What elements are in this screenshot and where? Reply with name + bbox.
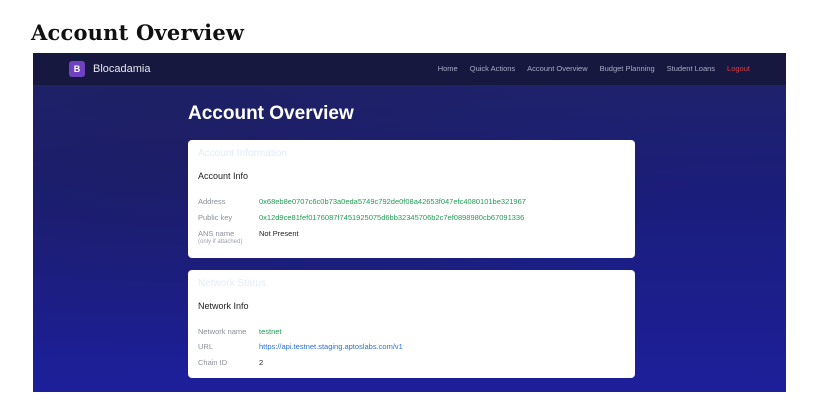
- brand-logo-icon: B: [69, 61, 85, 77]
- nav-link-home[interactable]: Home: [438, 64, 458, 73]
- chain-id-label: Chain ID: [198, 358, 228, 367]
- nav-link-quick-actions[interactable]: Quick Actions: [470, 64, 515, 73]
- network-url-link[interactable]: https://api.testnet.staging.aptoslabs.co…: [259, 342, 403, 351]
- nav-link-account-overview[interactable]: Account Overview: [527, 64, 587, 73]
- nav-link-logout[interactable]: Logout: [727, 64, 750, 73]
- app-window: B Blocadamia Home Quick Actions Account …: [33, 53, 786, 392]
- nav-links: Home Quick Actions Account Overview Budg…: [438, 64, 750, 73]
- brand-name: Blocadamia: [93, 63, 151, 75]
- network-name-label: Network name: [198, 327, 247, 336]
- ans-name-label: ANS name (only if attached): [198, 229, 259, 247]
- public-key-row: Public key 0x12d9ce81fef0176087f74519250…: [198, 213, 524, 222]
- ans-name-value: Not Present: [259, 229, 299, 238]
- address-label: Address: [198, 197, 226, 206]
- account-info-card: Account Information Account Info Address…: [188, 140, 635, 258]
- network-name-row: Network name testnet: [198, 327, 282, 336]
- card-subtitle: Network Info: [198, 301, 249, 311]
- chain-id-value: 2: [259, 358, 264, 367]
- document-title: Account Overview: [31, 20, 245, 45]
- nav-link-budget-planning[interactable]: Budget Planning: [600, 64, 655, 73]
- network-info-card: Network Status Network Info Network name…: [188, 270, 635, 378]
- nav-link-student-loans[interactable]: Student Loans: [667, 64, 715, 73]
- public-key-label: Public key: [198, 213, 233, 222]
- ans-name-sublabel: (only if attached): [198, 239, 243, 245]
- network-name-value: testnet: [259, 327, 282, 336]
- url-label: URL: [198, 342, 214, 351]
- url-row: URL https://api.testnet.staging.aptoslab…: [198, 342, 403, 351]
- card-header: Account Information: [198, 148, 287, 159]
- address-row: Address 0x68eb8e0707c6c0b73a0eda5749c792…: [198, 197, 526, 206]
- page-title: Account Overview: [188, 103, 354, 124]
- card-header: Network Status: [198, 278, 266, 289]
- brand[interactable]: B Blocadamia: [69, 61, 150, 77]
- public-key-value: 0x12d9ce81fef0176087f7451925075d6bb32345…: [259, 213, 525, 222]
- address-value: 0x68eb8e0707c6c0b73a0eda5749c792de0f08a4…: [259, 197, 526, 206]
- ans-name-row: ANS name (only if attached) Not Present: [198, 229, 299, 247]
- card-subtitle: Account Info: [198, 171, 249, 181]
- navbar: B Blocadamia Home Quick Actions Account …: [33, 53, 786, 85]
- chain-id-row: Chain ID 2: [198, 358, 263, 367]
- ans-name-label-text: ANS name: [198, 229, 235, 238]
